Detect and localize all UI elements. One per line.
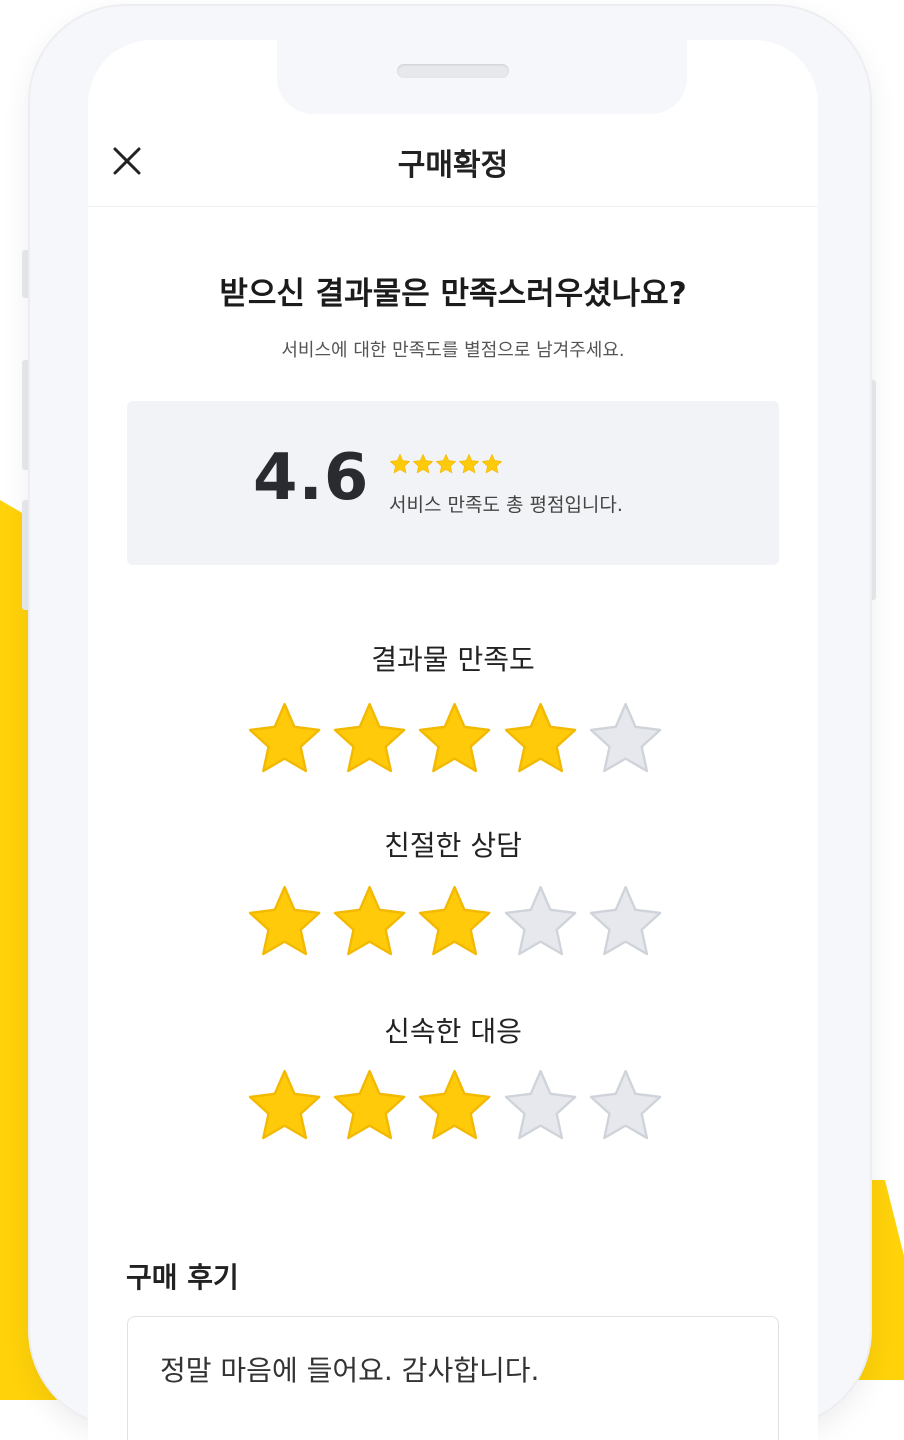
overall-stars <box>389 453 503 475</box>
star-filled-icon[interactable] <box>415 1066 494 1146</box>
star-filled-icon[interactable] <box>415 882 494 962</box>
star-empty-icon[interactable] <box>586 699 665 779</box>
rating-label-result: 결과물 만족도 <box>371 643 535 676</box>
review-textarea[interactable]: 정말 마음에 들어요. 감사합니다. <box>127 1316 779 1440</box>
rating-label-response: 신속한 대응 <box>384 1015 522 1048</box>
star-filled-icon[interactable] <box>245 1066 324 1146</box>
star-filled-icon[interactable] <box>415 699 494 779</box>
page-title: 구매확정 <box>397 148 509 183</box>
mini-star-icon <box>390 453 410 474</box>
overall-score-description: 서비스 만족도 총 평점입니다. <box>389 494 623 516</box>
star-filled-icon[interactable] <box>330 1066 409 1146</box>
review-text: 정말 마음에 들어요. 감사합니다. <box>160 1354 540 1387</box>
overall-score-card: 4.6 서비스 만족도 총 평점입니다. <box>127 401 779 565</box>
rating-stars-consultation <box>245 882 665 962</box>
satisfaction-subtitle: 서비스에 대한 만족도를 별점으로 남겨주세요. <box>281 340 625 361</box>
mini-star-icon <box>459 453 479 474</box>
star-filled-icon[interactable] <box>330 882 409 962</box>
rating-stars-result <box>245 699 665 779</box>
star-filled-icon[interactable] <box>245 882 324 962</box>
review-section-label: 구매 후기 <box>126 1261 239 1294</box>
star-empty-icon[interactable] <box>501 882 580 962</box>
mini-star-icon <box>482 453 502 474</box>
rating-stars-response <box>245 1066 665 1146</box>
mini-star-icon <box>436 453 456 474</box>
phone-speaker <box>397 64 509 78</box>
star-filled-icon[interactable] <box>330 699 409 779</box>
star-empty-icon[interactable] <box>501 1066 580 1146</box>
mini-star-icon <box>413 453 433 474</box>
satisfaction-question: 받으신 결과물은 만족스러우셨나요? <box>219 276 687 312</box>
overall-score: 4.6 <box>253 441 370 515</box>
star-filled-icon[interactable] <box>501 699 580 779</box>
star-filled-icon[interactable] <box>245 699 324 779</box>
rating-label-consultation: 친절한 상담 <box>384 829 522 862</box>
app-screen: 구매확정 받으신 결과물은 만족스러우셨나요? 서비스에 대한 만족도를 별점으… <box>88 40 818 1440</box>
star-empty-icon[interactable] <box>586 1066 665 1146</box>
star-empty-icon[interactable] <box>586 882 665 962</box>
phone-notch <box>277 6 687 114</box>
